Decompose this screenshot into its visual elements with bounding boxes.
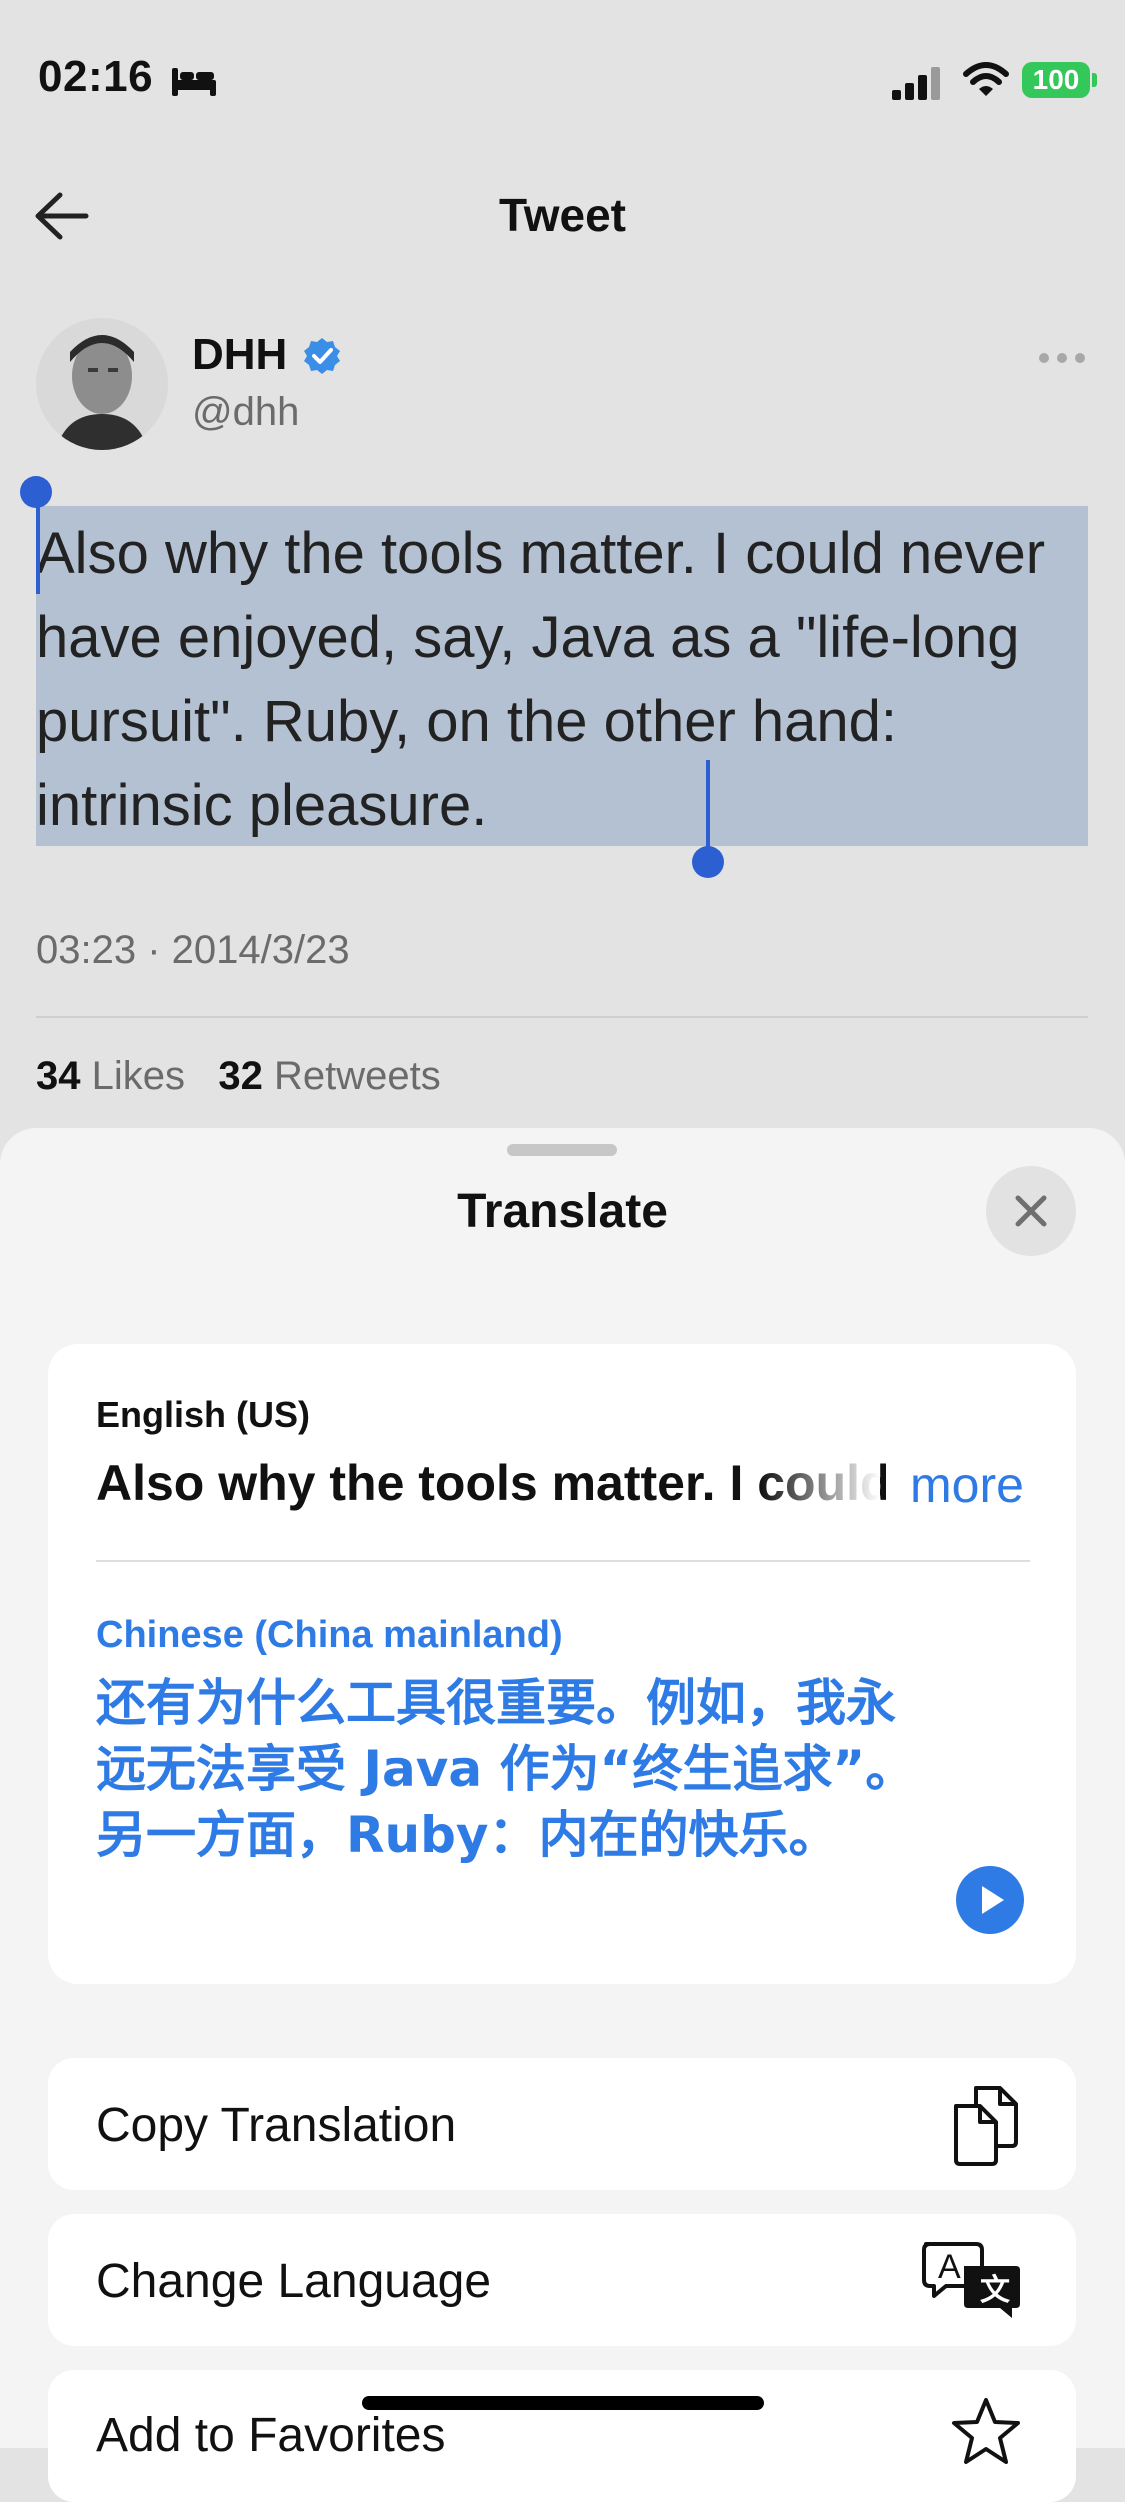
verified-badge-icon xyxy=(304,338,340,374)
svg-text:A: A xyxy=(938,2248,961,2286)
copy-icon[interactable] xyxy=(950,2084,1022,2166)
more-link[interactable]: more xyxy=(910,1456,1024,1514)
translation-card xyxy=(48,1344,1076,1984)
selection-end-handle[interactable] xyxy=(706,760,710,856)
avatar[interactable] xyxy=(36,318,168,450)
battery-tip xyxy=(1092,73,1097,87)
translated-text: 还有为什么工具很重要。例如，我永远无法享受 Java 作为“终生追求”。另一方面… xyxy=(96,1674,916,1864)
bed-icon xyxy=(172,68,216,96)
tweet-text[interactable]: Also why the tools matter. I could never… xyxy=(36,512,1106,848)
card-divider xyxy=(96,1560,1030,1562)
sheet-grabber[interactable] xyxy=(507,1144,617,1156)
likes-count[interactable]: 34 xyxy=(36,1054,81,1098)
retweets-label[interactable]: Retweets xyxy=(274,1054,441,1098)
author-name[interactable]: DHH xyxy=(192,330,287,380)
battery-indicator: 100 xyxy=(1022,62,1090,98)
copy-translation-label[interactable]: Copy Translation xyxy=(96,2098,456,2153)
page-title: Tweet xyxy=(499,189,626,241)
change-language-label[interactable]: Change Language xyxy=(96,2254,491,2309)
close-icon[interactable] xyxy=(1010,1190,1052,1232)
target-language-label: Chinese (China mainland) xyxy=(96,1614,563,1656)
more-options-icon[interactable] xyxy=(1036,350,1088,366)
svg-text:文: 文 xyxy=(980,2273,1010,2308)
star-icon[interactable] xyxy=(948,2394,1024,2470)
play-icon[interactable] xyxy=(976,1882,1008,1918)
retweets-count[interactable]: 32 xyxy=(218,1054,263,1098)
likes-label[interactable]: Likes xyxy=(92,1054,185,1098)
source-language-label: English (US) xyxy=(96,1394,310,1435)
tweet-timestamp: 03:23 · 2014/3/23 xyxy=(36,928,350,972)
home-indicator[interactable] xyxy=(362,2396,764,2410)
sheet-title: Translate xyxy=(457,1185,668,1238)
tweet-stats: 34 Likes 32 Retweets xyxy=(36,1054,441,1099)
author-handle[interactable]: @dhh xyxy=(192,390,299,435)
source-text-fade xyxy=(760,1450,880,1520)
status-time: 02:16 xyxy=(38,52,154,101)
selection-start-knob[interactable] xyxy=(20,476,52,508)
selection-end-knob[interactable] xyxy=(692,846,724,878)
signal-icon xyxy=(892,67,940,100)
divider xyxy=(36,1016,1088,1018)
translate-language-icon[interactable]: A 文 xyxy=(920,2240,1024,2320)
wifi-icon xyxy=(963,62,1009,96)
